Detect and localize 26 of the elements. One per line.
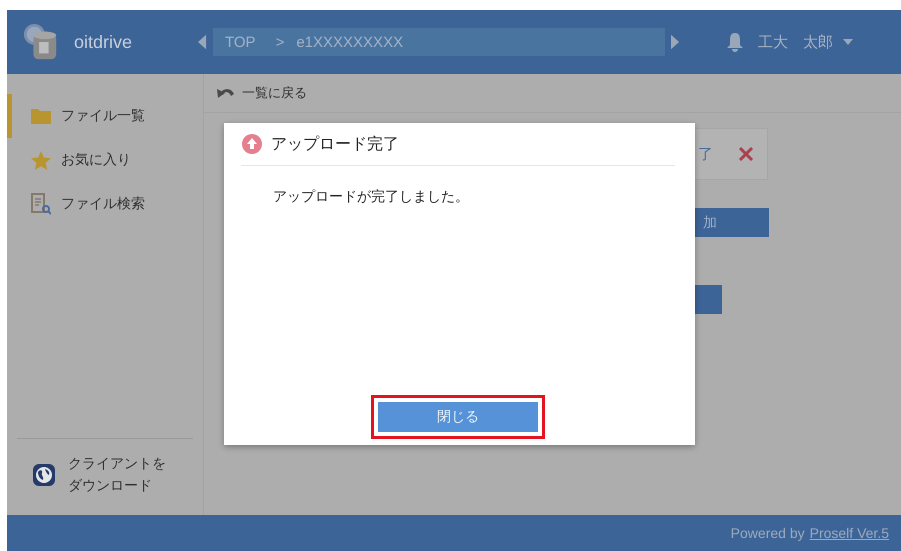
folder-icon bbox=[31, 108, 51, 124]
sidebar-item[interactable]: お気に入り bbox=[7, 138, 203, 182]
powered-by-text: Powered by bbox=[730, 525, 805, 541]
breadcrumb-item[interactable]: e1XXXXXXXXX bbox=[296, 34, 404, 50]
dialog-title: アップロード完了 bbox=[271, 134, 399, 154]
bell-icon[interactable] bbox=[726, 32, 744, 52]
close-icon[interactable] bbox=[739, 147, 753, 161]
close-button[interactable]: 閉じる bbox=[378, 402, 538, 432]
sidebar-item[interactable]: ファイル一覧 bbox=[7, 94, 203, 138]
download-client-link[interactable]: クライアントをダウンロード bbox=[17, 438, 193, 507]
caret-icon[interactable] bbox=[843, 39, 853, 45]
breadcrumb-item[interactable]: TOP bbox=[225, 34, 256, 50]
forward-arrow-icon[interactable] bbox=[671, 34, 680, 50]
star-icon bbox=[31, 150, 51, 170]
sidebar-item[interactable]: ファイル検索 bbox=[7, 182, 203, 226]
upload-icon bbox=[242, 134, 262, 154]
proself-link[interactable]: Proself Ver.5 bbox=[810, 525, 889, 541]
app-name: oitdrive bbox=[74, 32, 134, 52]
breadcrumb-separator: > bbox=[276, 34, 284, 50]
globe-icon bbox=[32, 463, 56, 487]
document-search-icon bbox=[31, 193, 51, 215]
dialog-message: アップロードが完了しました。 bbox=[273, 188, 470, 206]
back-arrow-icon[interactable] bbox=[198, 34, 207, 50]
user-name[interactable]: 工大 太郎 bbox=[758, 32, 833, 52]
status-text: 了 bbox=[698, 144, 713, 164]
back-to-list-button[interactable]: 一覧に戻る bbox=[216, 84, 307, 102]
